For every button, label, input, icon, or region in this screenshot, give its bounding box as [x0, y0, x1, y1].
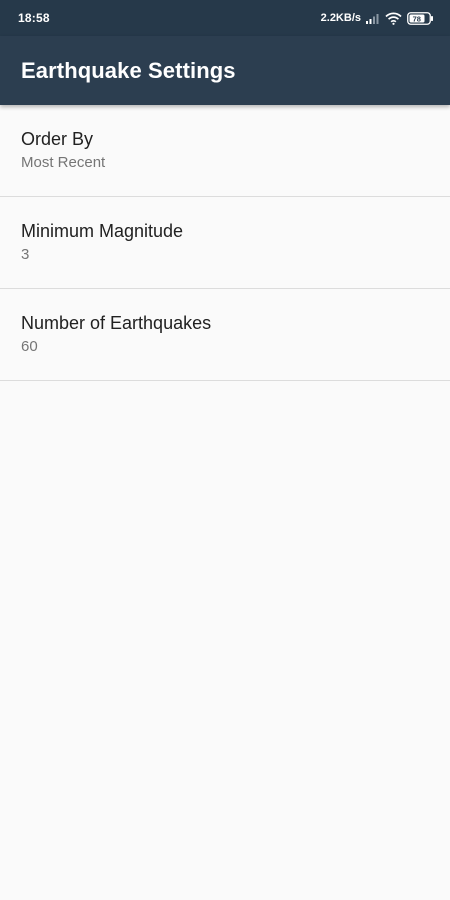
pref-title: Minimum Magnitude	[21, 221, 184, 241]
pref-summary: 60	[21, 338, 38, 355]
pref-order-by[interactable]: Order By Most Recent	[0, 105, 450, 197]
pref-summary: Most Recent	[21, 154, 106, 171]
pref-title: Number of Earthquakes	[21, 313, 212, 333]
settings-list: Order By Most Recent Minimum Magnitude 3…	[0, 105, 450, 381]
network-speed: 2.2KB/s	[320, 12, 361, 24]
pref-minimum-magnitude[interactable]: Minimum Magnitude 3	[0, 197, 450, 289]
page-title: Earthquake Settings	[21, 57, 236, 83]
battery-icon: 78	[407, 11, 434, 25]
wifi-icon	[385, 12, 402, 25]
app-bar: Earthquake Settings	[0, 36, 450, 105]
status-bar: 18:58 2.2KB/s 78	[0, 0, 450, 36]
pref-number-of-earthquakes[interactable]: Number of Earthquakes 60	[0, 289, 450, 381]
pref-summary: 3	[21, 246, 30, 263]
status-time: 18:58	[18, 11, 50, 25]
pref-title: Order By	[21, 129, 94, 149]
signal-icon	[366, 13, 380, 24]
status-indicators: 2.2KB/s 78	[320, 11, 434, 25]
battery-level: 78	[413, 14, 421, 23]
